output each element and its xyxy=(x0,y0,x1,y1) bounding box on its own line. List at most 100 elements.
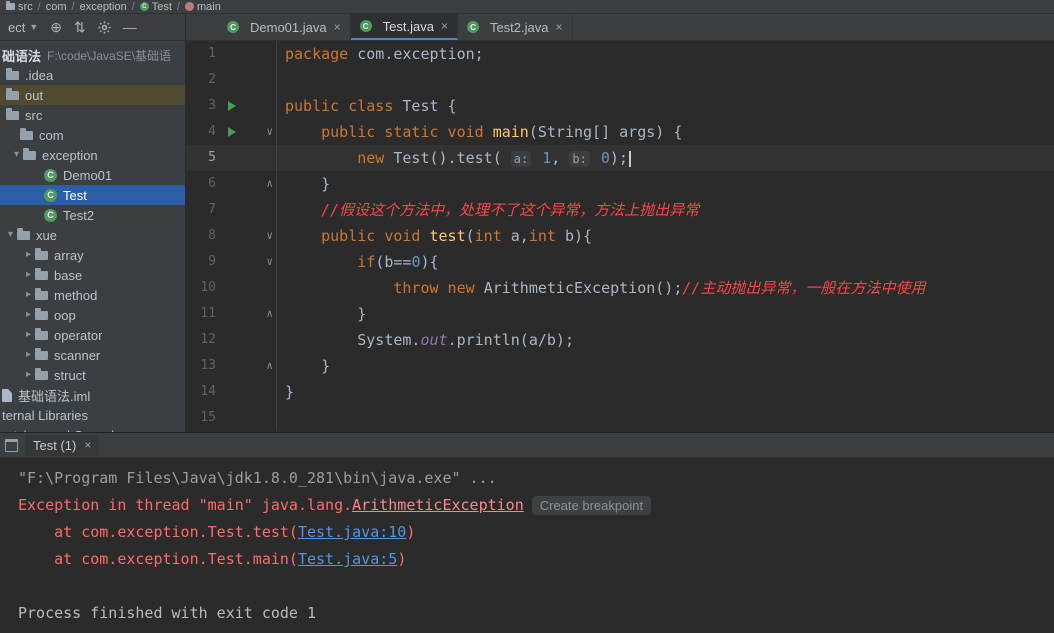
editor-tab-test-java[interactable]: C Test.java × xyxy=(350,14,458,40)
run-tool-window: Test (1) × "F:\Program Files\Java\jdk1.8… xyxy=(0,432,1054,633)
collapse-all-icon[interactable]: ⇅ xyxy=(74,20,86,34)
gutter xyxy=(220,275,277,301)
code-line[interactable]: 5 new Test().test( a: 1, b: 0); xyxy=(186,145,1054,171)
line-number[interactable]: 11 xyxy=(186,301,220,327)
code-line[interactable]: 7 //假设这个方法中，处理不了这个异常，方法上抛出异常 xyxy=(186,197,1054,223)
stack-trace-link[interactable]: Test.java:10 xyxy=(298,523,406,541)
tree-item-xue[interactable]: ▾ xue xyxy=(0,225,185,245)
code-line[interactable]: 12 System.out.println(a/b); xyxy=(186,327,1054,353)
breadcrumb-item-exception[interactable]: exception xyxy=(80,1,127,13)
code-line[interactable]: 14} xyxy=(186,379,1054,405)
editor-tab-test2-java[interactable]: C Test2.java × xyxy=(458,14,573,40)
code-line[interactable]: 8 ∨ public void test(int a,int b){ xyxy=(186,223,1054,249)
breadcrumb-item-com[interactable]: com xyxy=(46,1,67,13)
line-number[interactable]: 10 xyxy=(186,275,220,301)
tree-item-src[interactable]: src xyxy=(0,105,185,125)
line-number[interactable]: 4 xyxy=(186,119,220,145)
tree-item-ratches-and-consoles[interactable]: ratches and Consoles xyxy=(0,425,185,433)
folder-icon xyxy=(35,327,48,340)
tree-item-exception[interactable]: ▾ exception xyxy=(0,145,185,165)
tree-item-out[interactable]: out xyxy=(0,85,185,105)
tree-item-com[interactable]: com xyxy=(0,125,185,145)
line-number[interactable]: 15 xyxy=(186,405,220,431)
code-line[interactable]: 3 public class Test { xyxy=(186,93,1054,119)
tree-item-test2[interactable]: C Test2 xyxy=(0,205,185,225)
chevron-right-icon[interactable]: ▸ xyxy=(22,345,35,365)
stack-trace-link[interactable]: Test.java:5 xyxy=(298,550,397,568)
code-editor[interactable]: 1 package com.exception; 2 3 public class Te… xyxy=(186,41,1054,432)
tree-item-demo01[interactable]: C Demo01 xyxy=(0,165,185,185)
code-text: //假设这个方法中，处理不了这个异常，方法上抛出异常 xyxy=(277,197,1054,223)
breadcrumb-item-test[interactable]: C Test xyxy=(139,1,172,13)
fold-close-icon[interactable]: ∧ xyxy=(266,353,273,379)
run-icon[interactable] xyxy=(228,127,236,137)
code-line[interactable]: 10 throw new ArithmeticException();//主动抛… xyxy=(186,275,1054,301)
fold-open-icon[interactable]: ∨ xyxy=(266,223,273,249)
tree-item-ternal-libraries[interactable]: ternal Libraries xyxy=(0,405,185,425)
token: .println(a/b); xyxy=(447,331,574,349)
chevron-right-icon[interactable]: ▸ xyxy=(22,265,35,285)
line-number[interactable]: 5 xyxy=(186,145,220,171)
tree-item-test[interactable]: C Test xyxy=(0,185,185,205)
chevron-right-icon[interactable]: ▸ xyxy=(22,325,35,345)
tree-item-operator[interactable]: ▸ operator xyxy=(0,325,185,345)
exception-link[interactable]: ArithmeticException xyxy=(352,496,524,514)
fold-close-icon[interactable]: ∧ xyxy=(266,301,273,327)
code-line[interactable]: 11 ∧ } xyxy=(186,301,1054,327)
line-number[interactable]: 12 xyxy=(186,327,220,353)
line-number[interactable]: 6 xyxy=(186,171,220,197)
chevron-right-icon[interactable]: ▸ xyxy=(22,245,35,265)
line-number[interactable]: 14 xyxy=(186,379,220,405)
tree-item-scanner[interactable]: ▸ scanner xyxy=(0,345,185,365)
breadcrumb-item-main[interactable]: main xyxy=(184,1,221,13)
token: } xyxy=(285,357,331,375)
chevron-right-icon[interactable]: ▸ xyxy=(22,305,35,325)
close-icon[interactable]: × xyxy=(556,20,563,34)
close-icon[interactable]: × xyxy=(441,19,448,33)
run-icon[interactable] xyxy=(228,101,236,111)
tree-item-iml[interactable]: 基础语法.iml xyxy=(0,385,185,405)
fold-open-icon[interactable]: ∨ xyxy=(266,249,273,275)
close-icon[interactable]: × xyxy=(334,20,341,34)
locate-icon[interactable]: ⊕ xyxy=(50,20,62,34)
code-line[interactable]: 2 xyxy=(186,67,1054,93)
close-icon[interactable]: × xyxy=(84,438,91,452)
project-tree: 础语法 F:\code\JavaSE\基础语 .idea out src com ▾ exce… xyxy=(0,41,185,432)
line-number[interactable]: 9 xyxy=(186,249,220,275)
tree-item-label: operator xyxy=(54,327,103,343)
code-line[interactable]: 1 package com.exception; xyxy=(186,41,1054,67)
line-number[interactable]: 8 xyxy=(186,223,220,249)
tree-item-method[interactable]: ▸ method xyxy=(0,285,185,305)
code-line[interactable]: 9 ∨ if(b==0){ xyxy=(186,249,1054,275)
tree-item-base[interactable]: ▸ base xyxy=(0,265,185,285)
create-breakpoint-badge[interactable]: Create breakpoint xyxy=(531,496,652,515)
chevron-right-icon[interactable]: ▸ xyxy=(22,365,35,385)
chevron-right-icon[interactable]: ▸ xyxy=(22,285,35,305)
tree-item-item[interactable]: 础语法 F:\code\JavaSE\基础语 xyxy=(0,45,185,65)
line-number[interactable]: 13 xyxy=(186,353,220,379)
line-number[interactable]: 1 xyxy=(186,41,220,67)
editor-tab-demo01-java[interactable]: C Demo01.java × xyxy=(218,14,351,40)
tree-item-oop[interactable]: ▸ oop xyxy=(0,305,185,325)
hide-panel-icon[interactable]: — xyxy=(123,20,137,34)
code-line[interactable]: 6 ∧ } xyxy=(186,171,1054,197)
code-line[interactable]: 4 ∨ public static void main(String[] args… xyxy=(186,119,1054,145)
tree-item-idea[interactable]: .idea xyxy=(0,65,185,85)
project-view-selector[interactable]: ect ▼ xyxy=(8,20,38,35)
settings-icon[interactable] xyxy=(98,20,111,34)
breadcrumb-item-src[interactable]: src xyxy=(6,1,33,13)
line-number[interactable]: 7 xyxy=(186,197,220,223)
tree-item-array[interactable]: ▸ array xyxy=(0,245,185,265)
code-line[interactable]: 13 ∧ } xyxy=(186,353,1054,379)
chevron-down-icon[interactable]: ▾ xyxy=(4,225,17,245)
line-number[interactable]: 2 xyxy=(186,67,220,93)
tree-item-struct[interactable]: ▸ struct xyxy=(0,365,185,385)
code-line[interactable]: 15 xyxy=(186,405,1054,431)
fold-open-icon[interactable]: ∨ xyxy=(266,119,273,145)
console-tab-test[interactable]: Test (1) × xyxy=(25,434,100,456)
line-number[interactable]: 3 xyxy=(186,93,220,119)
fold-close-icon[interactable]: ∧ xyxy=(266,171,273,197)
chevron-down-icon[interactable]: ▾ xyxy=(10,145,23,165)
gutter xyxy=(220,379,277,405)
